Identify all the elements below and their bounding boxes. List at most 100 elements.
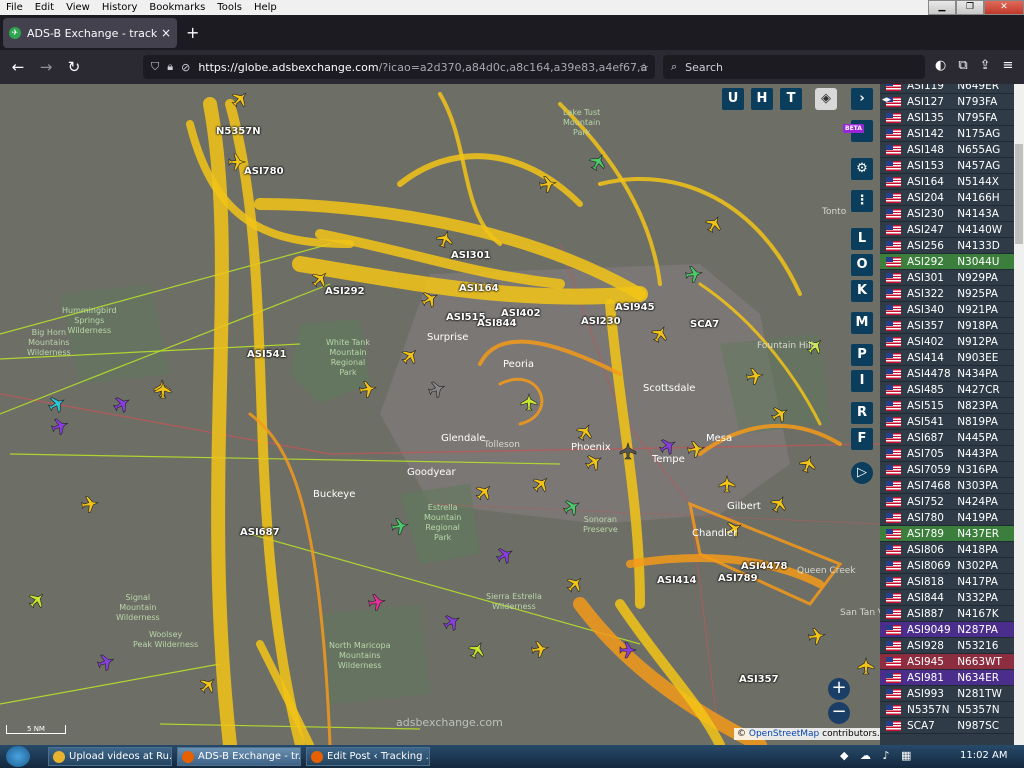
aircraft-list-row[interactable]: ASI204 N4166H — [880, 190, 1014, 206]
tracking-protection-icon[interactable]: ⛉ — [151, 60, 159, 74]
menu-item-file[interactable]: File — [0, 2, 29, 13]
aircraft-list-row[interactable]: ASI541 N819PA — [880, 414, 1014, 430]
aircraft-label-asi402[interactable]: ASI402 — [501, 308, 541, 319]
map-view[interactable]: N5357N ASI780 ASI301 ASI292 ASI164 ASI515 ASI8… — [0, 84, 880, 745]
aircraft-label-asi414[interactable]: ASI414 — [657, 575, 697, 586]
aircraft-label-asi230[interactable]: ASI230 — [581, 316, 621, 327]
system-tray-icons[interactable]: ◆ ☁ ♪ ▦ — [840, 749, 915, 762]
map-button-k[interactable]: K — [851, 280, 873, 302]
aircraft-list-row[interactable]: ASI993 N281TW — [880, 686, 1014, 702]
map-button-h[interactable]: H — [751, 88, 773, 110]
aircraft-list-row[interactable]: ASI780 N419PA — [880, 510, 1014, 526]
aircraft-list-row[interactable]: SCA7 N987SC — [880, 718, 1014, 734]
aircraft-list-row[interactable]: ASI357 N918PA — [880, 318, 1014, 334]
restore-button[interactable]: ❐ — [956, 0, 984, 15]
search-input[interactable]: ⌕ Search — [663, 55, 925, 79]
aircraft-list-scrollbar[interactable] — [1014, 84, 1024, 745]
aircraft-list-row[interactable]: ASI8069 N302PA — [880, 558, 1014, 574]
map-button-o[interactable]: O — [851, 254, 873, 276]
aircraft-list-row[interactable]: ASI256 N4133D — [880, 238, 1014, 254]
menu-item-edit[interactable]: Edit — [29, 2, 60, 13]
aircraft-list-row[interactable]: ASI705 N443PA — [880, 446, 1014, 462]
aircraft-label-asi357[interactable]: ASI357 — [739, 674, 779, 685]
aircraft-list-row[interactable]: ASI322 N925PA — [880, 286, 1014, 302]
aircraft-list-row[interactable]: ASI818 N417PA — [880, 574, 1014, 590]
aircraft-label-asi541[interactable]: ASI541 — [247, 349, 287, 360]
openstreetmap-link[interactable]: OpenStreetMap — [749, 729, 819, 739]
aircraft-list-row[interactable]: ASI981 N634ER — [880, 670, 1014, 686]
start-button[interactable] — [6, 746, 30, 767]
aircraft-list-row[interactable]: ASI515 N823PA — [880, 398, 1014, 414]
menu-item-bookmarks[interactable]: Bookmarks — [143, 2, 211, 13]
url-bar[interactable]: ⛉ 🔒︎ ⊘ https://globe.adsbexchange.com/?i… — [143, 55, 655, 79]
map-button-u[interactable]: U — [722, 88, 744, 110]
next-arrow-icon[interactable]: › — [851, 88, 873, 110]
map-button-t[interactable]: T — [780, 88, 802, 110]
aircraft-list-row[interactable]: ASI4478 N434PA — [880, 366, 1014, 382]
aircraft-label-asi4478[interactable]: ASI4478 — [741, 561, 788, 572]
aircraft-list-row[interactable]: ASI945 N663WT — [880, 654, 1014, 670]
aircraft-list-row[interactable]: ASI789 N437ER — [880, 526, 1014, 542]
map-button-m[interactable]: M — [851, 312, 873, 334]
aircraft-list-row[interactable]: ASI127 N793FA — [880, 94, 1014, 110]
aircraft-list-row[interactable]: ASI148 N655AG — [880, 142, 1014, 158]
aircraft-label-asi844[interactable]: ASI844 — [477, 318, 517, 329]
aircraft-list-row[interactable]: ASI119 N649ER — [880, 84, 1014, 94]
lock-icon[interactable]: 🔒︎ — [167, 60, 173, 74]
new-tab-button[interactable]: + — [186, 23, 199, 42]
forward-arrow-icon[interactable]: → — [32, 58, 60, 76]
aircraft-list-row[interactable]: ASI402 N912PA — [880, 334, 1014, 350]
map-button-f[interactable]: F — [851, 428, 873, 450]
zoom-in-button[interactable]: + — [828, 678, 850, 700]
tab-adsb-exchange[interactable]: ✈ ADS-B Exchange - track aircraft × — [3, 18, 177, 48]
aircraft-list-row[interactable]: ASI844 N332PA — [880, 590, 1014, 606]
map-button-i[interactable]: I — [851, 370, 873, 392]
scrollbar-thumb[interactable] — [1015, 144, 1023, 244]
permissions-icon[interactable]: ⊘ — [181, 61, 190, 74]
taskbar-item[interactable]: Upload videos at Ru... — [48, 747, 172, 766]
menu-item-view[interactable]: View — [60, 2, 96, 13]
settings-gear-icon[interactable]: ⚙ — [851, 158, 873, 180]
replay-icon[interactable]: ▷ — [851, 462, 873, 484]
firefox-view-icon[interactable]: ◐ — [935, 58, 946, 73]
aircraft-list-row[interactable]: ASI142 N175AG — [880, 126, 1014, 142]
menu-item-tools[interactable]: Tools — [211, 2, 248, 13]
aircraft-list-row[interactable]: ASI230 N4143A — [880, 206, 1014, 222]
map-canvas[interactable] — [0, 84, 880, 745]
map-button-r[interactable]: R — [851, 402, 873, 424]
menu-item-history[interactable]: History — [96, 2, 144, 13]
extensions-icon[interactable]: ⧉ — [958, 58, 967, 73]
aircraft-list-row[interactable]: ASI9049 N287PA — [880, 622, 1014, 638]
share-icon[interactable]: ⇪ — [980, 58, 991, 73]
stats-icon[interactable]: ⋮ — [851, 190, 873, 212]
aircraft-list-row[interactable]: ASI7059 N316PA — [880, 462, 1014, 478]
aircraft-label-asi164[interactable]: ASI164 — [459, 283, 499, 294]
aircraft-list-row[interactable]: ASI485 N427CR — [880, 382, 1014, 398]
aircraft-list-row[interactable]: N5357N N5357N — [880, 702, 1014, 718]
taskbar-item[interactable]: Edit Post ‹ Tracking ... — [306, 747, 430, 766]
aircraft-label-n5357n[interactable]: N5357N — [216, 126, 261, 137]
aircraft-label-asi301[interactable]: ASI301 — [451, 250, 491, 261]
aircraft-list-row[interactable]: ASI928 N53216 — [880, 638, 1014, 654]
bookmark-star-icon[interactable]: ☆ — [639, 61, 649, 74]
aircraft-label-asi687[interactable]: ASI687 — [240, 527, 280, 538]
taskbar-item[interactable]: ADS-B Exchange - tr... — [177, 747, 301, 766]
map-button-p[interactable]: P — [851, 344, 873, 366]
map-button-l[interactable]: L — [851, 228, 873, 250]
close-window-button[interactable]: ✕ — [984, 0, 1024, 15]
aircraft-list-row[interactable]: ASI887 N4167K — [880, 606, 1014, 622]
aircraft-label-sca7[interactable]: SCA7 — [690, 319, 719, 330]
aircraft-label-asi789[interactable]: ASI789 — [718, 573, 758, 584]
aircraft-list-row[interactable]: ASI806 N418PA — [880, 542, 1014, 558]
aircraft-list-row[interactable]: ASI752 N424PA — [880, 494, 1014, 510]
aircraft-label-asi780[interactable]: ASI780 — [244, 166, 284, 177]
aircraft-label-asi292[interactable]: ASI292 — [325, 286, 365, 297]
aircraft-list-row[interactable]: ASI247 N4140W — [880, 222, 1014, 238]
menu-item-help[interactable]: Help — [248, 2, 283, 13]
layers-icon[interactable]: ◈ — [815, 88, 837, 110]
reload-icon[interactable]: ↻ — [60, 58, 88, 76]
aircraft-list-row[interactable]: ASI164 N5144X — [880, 174, 1014, 190]
aircraft-list-row[interactable]: ASI340 N921PA — [880, 302, 1014, 318]
aircraft-list-row[interactable]: ASI7468 N303PA — [880, 478, 1014, 494]
zoom-out-button[interactable]: − — [828, 702, 850, 724]
